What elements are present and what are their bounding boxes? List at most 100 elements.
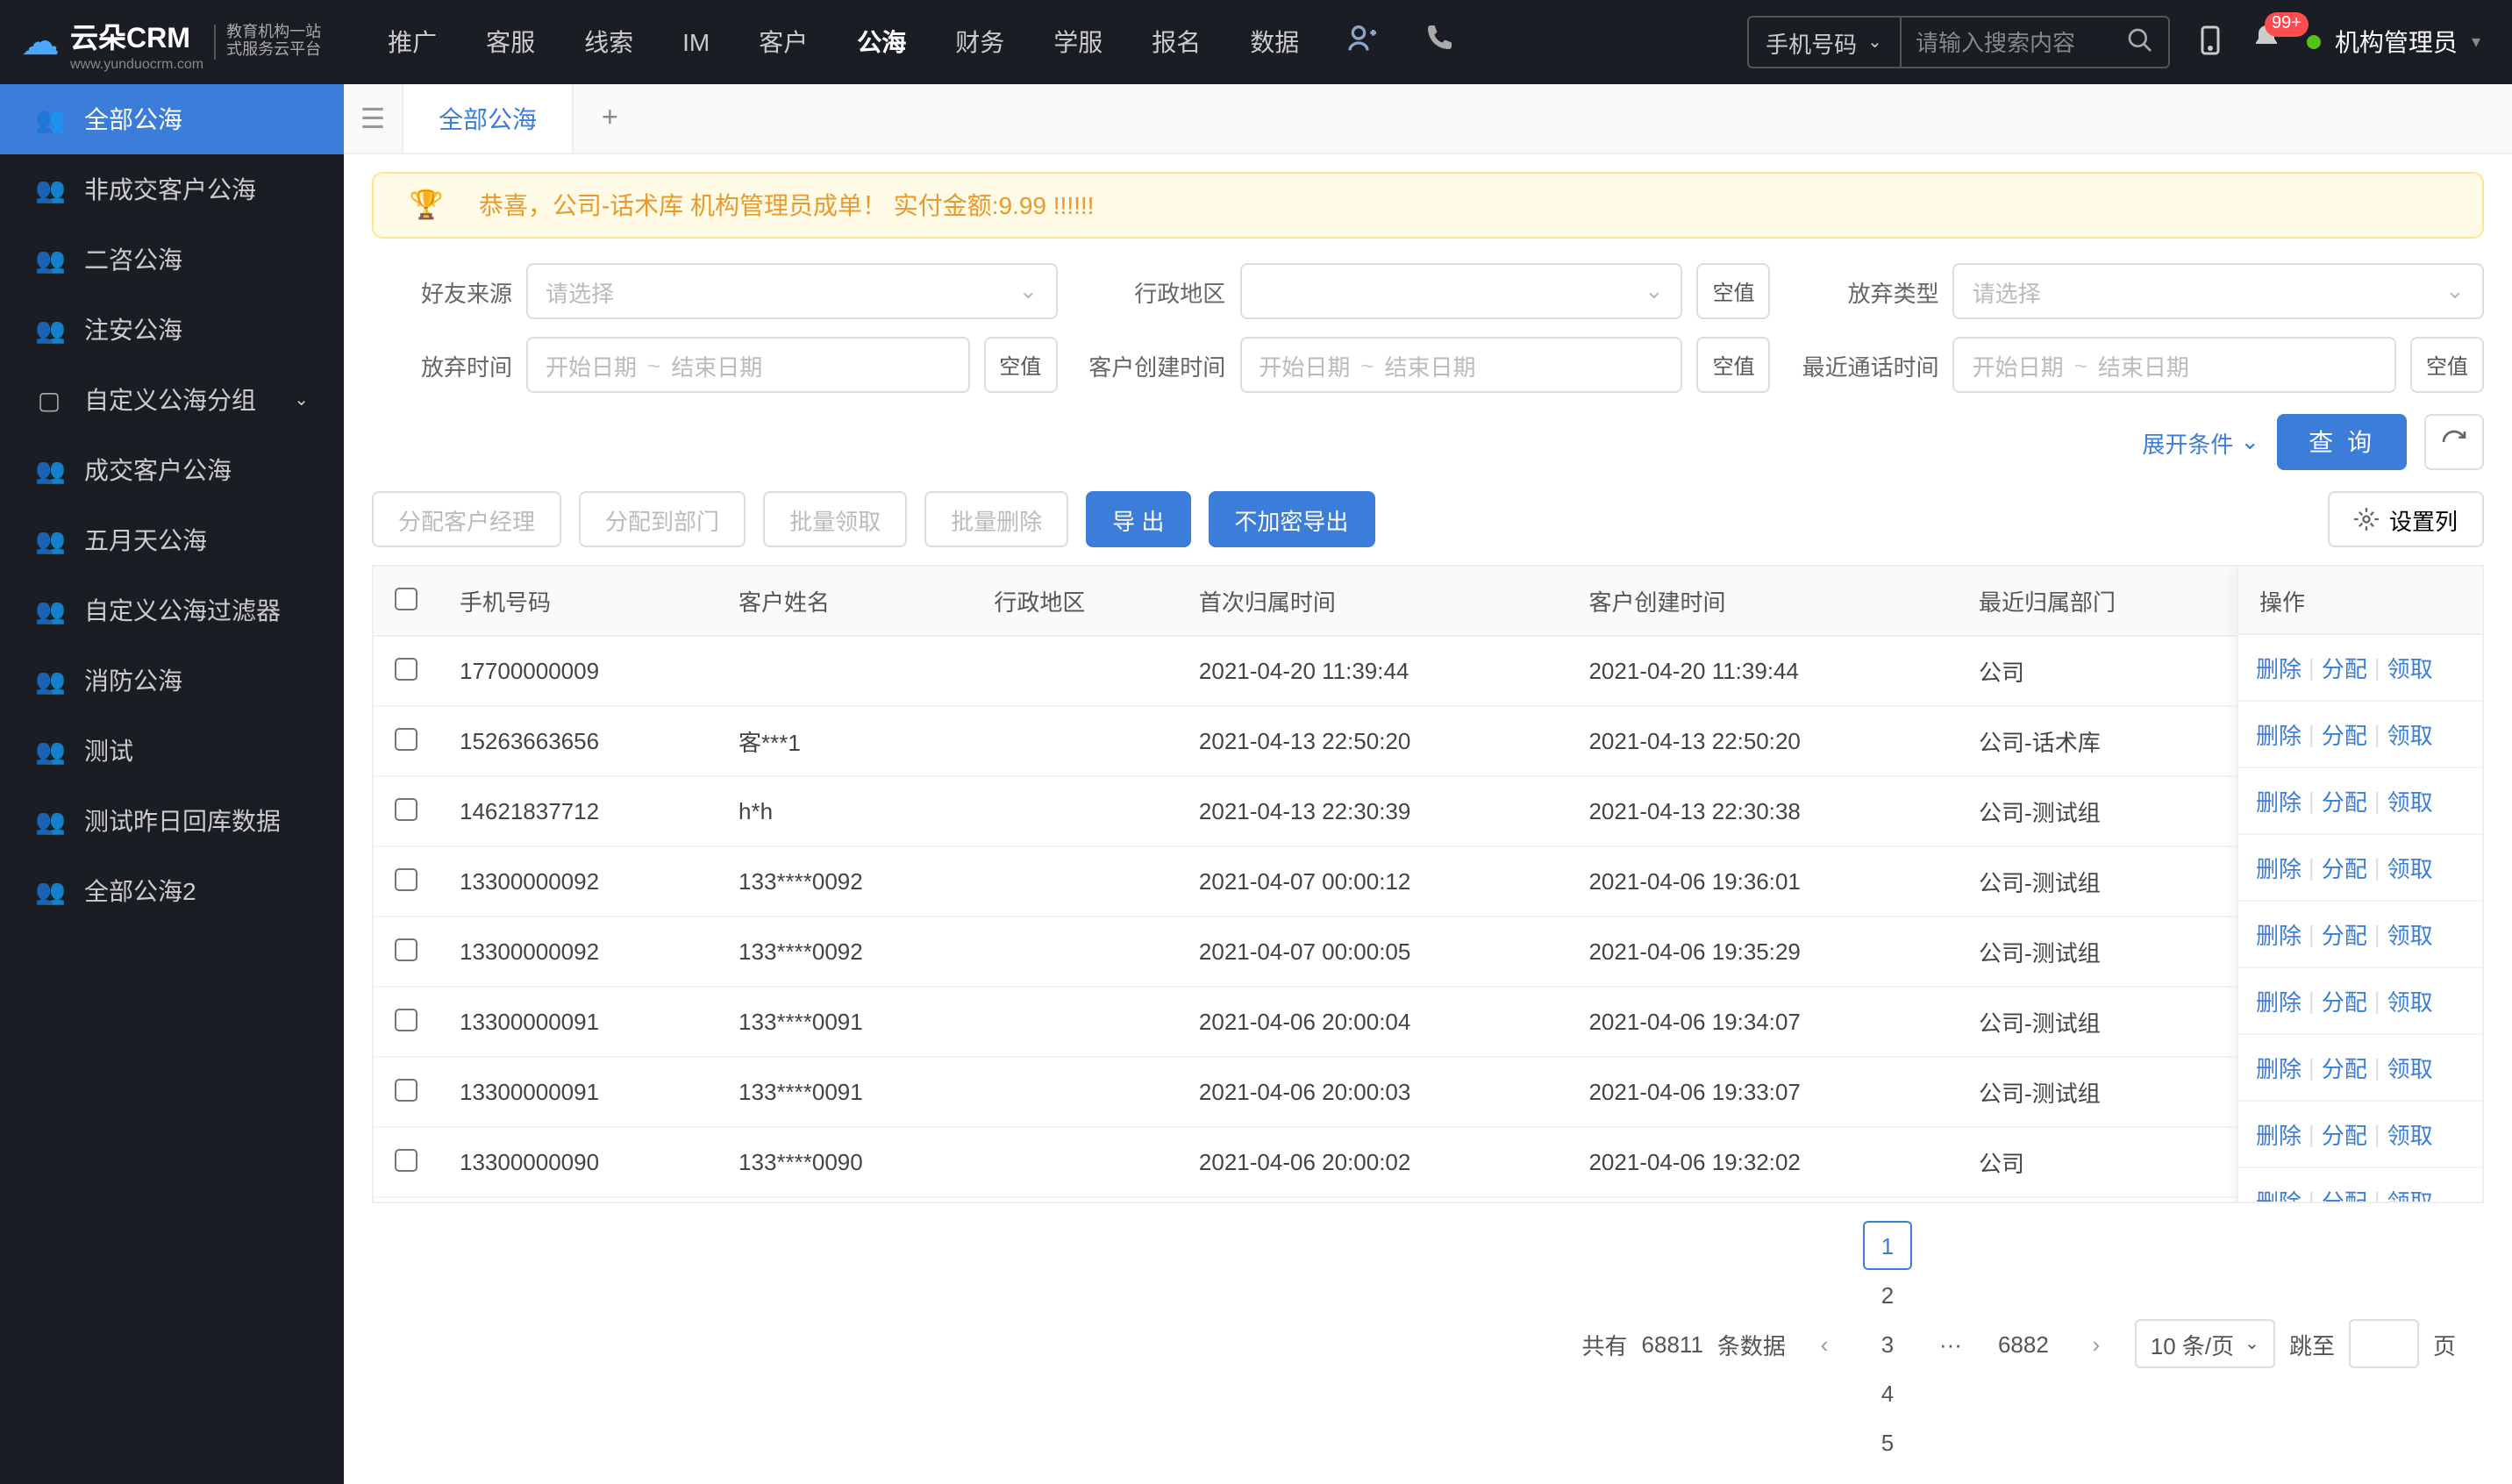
set-columns-button[interactable]: 设置列 [2328,491,2484,547]
row-checkbox[interactable] [395,657,417,680]
claim-link[interactable]: 领取 [2387,1117,2433,1151]
sidebar-item-自定义公海分组[interactable]: ▢自定义公海分组⌄ [0,365,344,435]
create-time-empty-button[interactable]: 空值 [1697,337,1771,393]
page-button-5[interactable]: 5 [1863,1417,1912,1466]
row-checkbox[interactable] [395,1008,417,1031]
friend-source-select[interactable]: 请选择 ⌄ [526,263,1057,319]
assign-link[interactable]: 分配 [2322,717,2367,751]
add-user-icon[interactable] [1324,20,1401,64]
sidebar-item-注安公海[interactable]: 👥注安公海 [0,295,344,365]
delete-link[interactable]: 删除 [2256,1184,2301,1203]
nav-item-IM[interactable]: IM [658,0,734,84]
assign-link[interactable]: 分配 [2322,984,2367,1017]
row-checkbox[interactable] [395,1148,417,1171]
delete-link[interactable]: 删除 [2256,1051,2301,1084]
page-button-3[interactable]: 3 [1863,1319,1912,1368]
abandon-type-select[interactable]: 请选择 ⌄ [1953,263,2484,319]
expand-filters-link[interactable]: 展开条件 ⌄ [2142,425,2259,459]
export-button[interactable]: 导 出 [1086,491,1190,547]
nav-item-数据[interactable]: 数据 [1225,0,1324,84]
search-input[interactable] [1902,29,2112,55]
claim-link[interactable]: 领取 [2387,651,2433,684]
search-type-select[interactable]: 手机号码 ⌄ [1748,18,1902,67]
nav-item-推广[interactable]: 推广 [363,0,461,84]
page-button-2[interactable]: 2 [1863,1270,1912,1319]
sidebar-item-非成交客户公海[interactable]: 👥非成交客户公海 [0,154,344,225]
delete-link[interactable]: 删除 [2256,651,2301,684]
claim-link[interactable]: 领取 [2387,851,2433,884]
page-size-select[interactable]: 10 条/页 ⌄ [2135,1319,2275,1368]
page-button-4[interactable]: 4 [1863,1368,1912,1417]
create-time-range[interactable]: 开始日期~结束日期 [1239,337,1682,393]
sidebar-item-测试[interactable]: 👥测试 [0,716,344,786]
assign-link[interactable]: 分配 [2322,1051,2367,1084]
batch-delete-button[interactable]: 批量删除 [924,491,1068,547]
row-checkbox[interactable] [395,797,417,820]
abandon-time-range[interactable]: 开始日期~结束日期 [526,337,969,393]
refresh-button[interactable] [2424,414,2484,470]
query-button[interactable]: 查 询 [2277,414,2407,470]
jump-page-input[interactable] [2349,1319,2419,1368]
assign-dept-button[interactable]: 分配到部门 [579,491,746,547]
delete-link[interactable]: 删除 [2256,984,2301,1017]
sidebar-item-二咨公海[interactable]: 👥二咨公海 [0,225,344,295]
tab-active[interactable]: 全部公海 [403,84,574,153]
row-checkbox[interactable] [395,1078,417,1101]
abandon-time-empty-button[interactable]: 空值 [983,337,1057,393]
page-ellipsis[interactable]: ··· [1926,1319,1975,1368]
admin-area-empty-button[interactable]: 空值 [1697,263,1771,319]
sidebar-item-自定义公海过滤器[interactable]: 👥自定义公海过滤器 [0,575,344,646]
assign-link[interactable]: 分配 [2322,784,2367,817]
nav-item-线索[interactable]: 线索 [560,0,658,84]
tabs-collapse-icon[interactable]: ☰ [344,84,403,153]
mobile-icon[interactable] [2194,24,2226,61]
assign-link[interactable]: 分配 [2322,1117,2367,1151]
next-page-button[interactable]: › [2072,1319,2121,1368]
notification-bell[interactable]: 99+ [2251,22,2282,62]
claim-link[interactable]: 领取 [2387,984,2433,1017]
user-menu[interactable]: 机构管理员 ▾ [2307,25,2480,60]
claim-link[interactable]: 领取 [2387,717,2433,751]
nav-item-客户[interactable]: 客户 [734,0,832,84]
sidebar-item-成交客户公海[interactable]: 👥成交客户公海 [0,435,344,505]
prev-page-button[interactable]: ‹ [1800,1319,1849,1368]
sidebar-item-全部公海2[interactable]: 👥全部公海2 [0,856,344,926]
sidebar-item-五月天公海[interactable]: 👥五月天公海 [0,505,344,575]
tab-add-button[interactable]: + [574,84,646,153]
nav-item-学服[interactable]: 学服 [1029,0,1127,84]
sidebar-item-消防公海[interactable]: 👥消防公海 [0,646,344,716]
admin-area-select[interactable]: ⌄ [1239,263,1682,319]
row-checkbox[interactable] [395,938,417,960]
claim-link[interactable]: 领取 [2387,917,2433,951]
claim-link[interactable]: 领取 [2387,784,2433,817]
assign-link[interactable]: 分配 [2322,1184,2367,1203]
delete-link[interactable]: 删除 [2256,784,2301,817]
row-checkbox[interactable] [395,867,417,890]
nav-item-报名[interactable]: 报名 [1127,0,1225,84]
claim-link[interactable]: 领取 [2387,1051,2433,1084]
delete-link[interactable]: 删除 [2256,1117,2301,1151]
export-plain-button[interactable]: 不加密导出 [1208,491,1374,547]
page-button-1[interactable]: 1 [1863,1221,1912,1270]
nav-item-客服[interactable]: 客服 [461,0,560,84]
row-checkbox[interactable] [395,727,417,750]
batch-claim-button[interactable]: 批量领取 [763,491,907,547]
assign-link[interactable]: 分配 [2322,917,2367,951]
call-time-range[interactable]: 开始日期~结束日期 [1953,337,2396,393]
search-icon[interactable] [2112,25,2168,59]
assign-link[interactable]: 分配 [2322,651,2367,684]
select-all-checkbox[interactable] [395,587,417,610]
nav-item-财务[interactable]: 财务 [931,0,1029,84]
phone-icon[interactable] [1401,22,1474,62]
nav-item-公海[interactable]: 公海 [832,0,931,84]
assign-link[interactable]: 分配 [2322,851,2367,884]
claim-link[interactable]: 领取 [2387,1184,2433,1203]
assign-manager-button[interactable]: 分配客户经理 [372,491,561,547]
call-time-empty-button[interactable]: 空值 [2410,337,2484,393]
last-page-button[interactable]: 6882 [1989,1319,2058,1368]
delete-link[interactable]: 删除 [2256,717,2301,751]
delete-link[interactable]: 删除 [2256,851,2301,884]
sidebar-item-测试昨日回库数据[interactable]: 👥测试昨日回库数据 [0,786,344,856]
delete-link[interactable]: 删除 [2256,917,2301,951]
sidebar-item-全部公海[interactable]: 👥全部公海 [0,84,344,154]
